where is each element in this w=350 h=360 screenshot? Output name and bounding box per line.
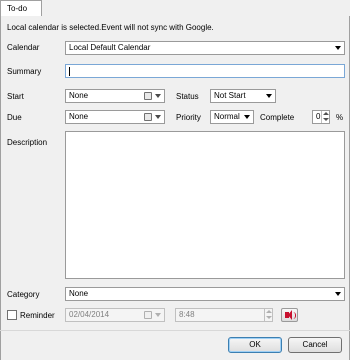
start-date-picker[interactable]: None [65,89,165,103]
sound-wave-icon [293,312,296,319]
category-select-value: None [69,289,89,298]
sync-notice: Local calendar is selected.Event will no… [7,23,214,32]
complete-value: 0 [316,112,321,121]
tab-todo[interactable]: To-do [0,0,42,17]
reminder-date-value: 02/04/2014 [69,310,110,319]
cancel-button[interactable]: Cancel [288,337,342,353]
calendar-icon [144,113,152,121]
priority-select[interactable]: Normal [210,110,254,124]
reminder-label: Reminder [20,311,55,320]
button-separator [0,330,350,331]
calendar-select-value: Local Default Calendar [69,43,151,52]
description-textarea[interactable] [65,131,345,279]
chevron-down-icon [335,46,341,50]
start-label: Start [7,92,24,101]
chevron-down-icon [155,313,161,317]
spin-buttons[interactable] [321,111,329,123]
category-select[interactable]: None [65,287,345,301]
reminder-time-stepper[interactable]: 8:48 [175,308,273,322]
complete-label: Complete [260,113,295,122]
due-date-picker[interactable]: None [65,110,165,124]
complete-unit: % [336,113,344,122]
calendar-label: Calendar [7,43,40,52]
spin-up-icon [323,112,329,115]
chevron-down-icon [155,94,161,98]
reminder-time-value: 8:48 [179,310,195,319]
spin-buttons[interactable] [264,309,272,321]
start-date-value: None [69,91,89,100]
reminder-checkbox[interactable] [7,310,17,320]
chevron-down-icon [335,292,341,296]
description-label: Description [7,138,48,147]
calendar-select[interactable]: Local Default Calendar [65,41,345,55]
priority-select-value: Normal [214,112,240,121]
spin-down-icon [266,316,272,319]
calendar-icon [144,92,152,100]
spin-down-icon [323,118,329,121]
reminder-sound-button[interactable] [281,308,298,322]
chevron-down-icon [155,115,161,119]
complete-stepper[interactable]: 0 [312,110,330,124]
speaker-cone-icon [288,310,292,320]
status-select-value: Not Start [214,91,246,100]
due-label: Due [7,113,22,122]
chevron-down-icon [244,115,250,119]
priority-label: Priority [176,113,201,122]
reminder-date-picker[interactable]: 02/04/2014 [65,308,165,322]
spin-up-icon [266,310,272,313]
calendar-icon [144,311,152,319]
status-select[interactable]: Not Start [210,89,276,103]
text-caret [69,67,70,76]
summary-label: Summary [7,67,42,76]
status-label: Status [176,92,199,101]
due-date-value: None [69,112,89,121]
tab-bar [0,0,350,17]
ok-button[interactable]: OK [228,337,282,353]
chevron-down-icon [266,94,272,98]
summary-input[interactable] [65,64,345,78]
category-label: Category [7,290,40,299]
